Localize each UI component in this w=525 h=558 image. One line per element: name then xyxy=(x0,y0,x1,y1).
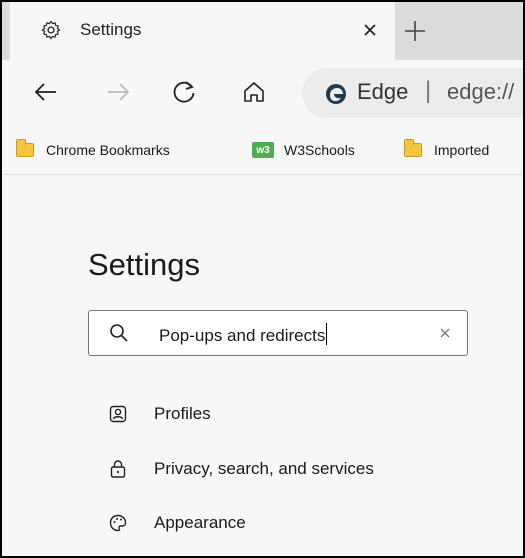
bookmark-label: Imported xyxy=(434,142,490,158)
bookmark-label: Chrome Bookmarks xyxy=(46,142,170,158)
new-tab-icon[interactable] xyxy=(400,16,430,46)
address-bar[interactable]: Edge | edge:// xyxy=(302,68,523,118)
address-site-name: Edge xyxy=(357,79,409,104)
forward-arrow-icon[interactable] xyxy=(104,78,132,106)
nav-item-label: Appearance xyxy=(154,513,246,532)
clear-icon[interactable] xyxy=(437,325,453,341)
nav-item-privacy[interactable]: Privacy, search, and services xyxy=(108,455,374,483)
close-icon[interactable] xyxy=(360,20,380,40)
tab-title: Settings xyxy=(80,20,142,39)
refresh-icon[interactable] xyxy=(170,78,198,106)
nav-item-label: Profiles xyxy=(154,404,211,423)
nav-item-label: Privacy, search, and services xyxy=(154,459,374,478)
search-icon xyxy=(110,324,128,342)
address-separator: | xyxy=(425,77,432,104)
palette-icon xyxy=(109,514,127,532)
text-caret xyxy=(326,323,328,345)
bookmark-label: W3Schools xyxy=(284,142,355,158)
tab-strip: Settings xyxy=(2,2,523,60)
edge-logo-icon xyxy=(326,84,346,104)
nav-item-appearance[interactable]: Appearance xyxy=(108,509,246,537)
folder-icon xyxy=(404,139,422,157)
bookmark-w3schools[interactable]: w3 W3Schools xyxy=(252,138,355,162)
bookmark-imported[interactable]: Imported xyxy=(404,138,489,162)
page-title: Settings xyxy=(88,247,201,282)
home-icon[interactable] xyxy=(240,78,268,106)
back-arrow-icon[interactable] xyxy=(32,78,60,106)
browser-window: Settings Edge | edge:// Chrome Bookmarks… xyxy=(0,0,525,558)
nav-item-profiles[interactable]: Profiles xyxy=(108,400,211,428)
bookmark-chrome-bookmarks[interactable]: Chrome Bookmarks xyxy=(16,138,170,162)
toolbar: Edge | edge:// xyxy=(2,60,523,125)
search-input[interactable]: Pop-ups and redirects xyxy=(88,310,468,356)
folder-icon xyxy=(16,139,34,157)
profile-icon xyxy=(109,405,127,423)
tab-settings[interactable]: Settings xyxy=(10,2,395,60)
gear-icon xyxy=(41,20,61,40)
address-url[interactable]: edge:// xyxy=(447,79,514,105)
lock-icon xyxy=(110,460,126,478)
w3schools-icon: w3 xyxy=(252,142,274,158)
search-input-value[interactable]: Pop-ups and redirects xyxy=(159,323,328,346)
settings-content: Settings Pop-ups and redirects Profiles xyxy=(2,175,523,556)
bookmarks-bar: Chrome Bookmarks w3 W3Schools Imported xyxy=(2,125,523,175)
